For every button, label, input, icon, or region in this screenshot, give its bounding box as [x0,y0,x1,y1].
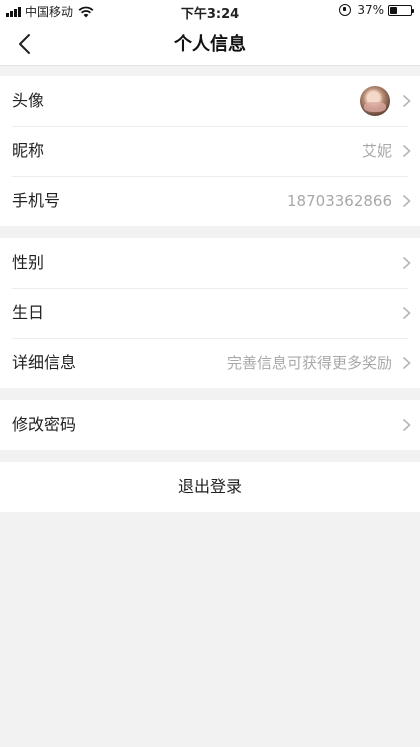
row-nickname[interactable]: 昵称 艾妮 [0,126,420,176]
row-birthday[interactable]: 生日 [0,288,420,338]
battery-level [390,6,397,14]
row-value: 18703362866 [287,192,392,210]
chevron-right-icon [402,418,411,432]
settings-group-profile: 头像 昵称 艾妮 手机号 18703362866 [0,76,420,226]
row-label: 生日 [12,303,45,322]
logout-button[interactable]: 退出登录 [0,462,420,512]
battery-percent: 37% [357,3,384,17]
orientation-lock-icon [339,4,352,16]
chevron-right-icon [402,144,411,158]
row-label: 昵称 [12,141,45,160]
chevron-right-icon [402,94,411,108]
row-label: 头像 [12,91,45,110]
row-change-password[interactable]: 修改密码 [0,400,420,450]
row-value: 艾妮 [361,142,392,160]
settings-group-security: 修改密码 [0,400,420,450]
row-label: 详细信息 [12,353,77,372]
row-avatar[interactable]: 头像 [0,76,420,126]
page-title: 个人信息 [174,34,246,55]
status-right: 37% [339,3,414,17]
chevron-right-icon [402,356,411,370]
chevron-right-icon [402,306,411,320]
row-label: 性别 [12,253,45,272]
chevron-right-icon [402,194,411,208]
row-details[interactable]: 详细信息 完善信息可获得更多奖励 [0,338,420,388]
row-gender[interactable]: 性别 [0,238,420,288]
row-phone[interactable]: 手机号 18703362866 [0,176,420,226]
row-value: 完善信息可获得更多奖励 [226,354,392,372]
row-label: 手机号 [12,191,61,210]
avatar [360,86,390,116]
status-bar: 中国移动 下午3:24 37% [0,0,420,22]
chevron-right-icon [402,256,411,270]
settings-group-details: 性别 生日 详细信息 完善信息可获得更多奖励 [0,238,420,388]
nav-bar: 个人信息 [0,22,420,66]
battery-icon [388,4,414,16]
row-label: 修改密码 [12,415,77,434]
